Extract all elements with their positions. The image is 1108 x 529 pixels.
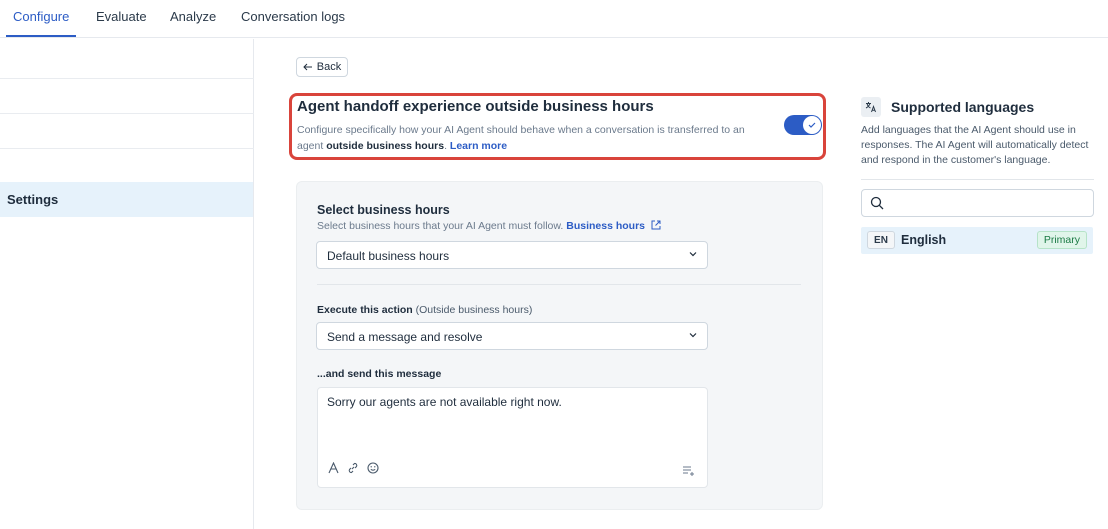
message-label: ...and send this message bbox=[317, 368, 442, 380]
arrow-left-icon bbox=[303, 63, 312, 71]
business-hours-value: Default business hours bbox=[327, 249, 450, 263]
back-button[interactable]: Back bbox=[296, 57, 348, 77]
sidebar-item-settings[interactable]: Settings bbox=[0, 182, 253, 217]
action-label-suffix: (Outside business hours) bbox=[415, 304, 533, 316]
primary-badge: Primary bbox=[1036, 231, 1087, 249]
top-nav: Configure Evaluate Analyze Conversation … bbox=[0, 0, 1108, 38]
business-hours-select[interactable]: Default business hours bbox=[316, 241, 708, 269]
chevron-down-icon bbox=[689, 252, 697, 257]
learn-more-link[interactable]: Learn more bbox=[450, 140, 507, 152]
language-code-badge: EN bbox=[867, 231, 895, 249]
back-label: Back bbox=[316, 61, 342, 73]
action-label: Execute this action (Outside business ho… bbox=[317, 304, 532, 316]
link-icon[interactable] bbox=[347, 462, 359, 474]
languages-description: Add languages that the AI Agent should u… bbox=[861, 124, 1089, 166]
language-search-input[interactable] bbox=[861, 189, 1094, 217]
page-description: Configure specifically how your AI Agent… bbox=[297, 122, 757, 154]
language-row[interactable]: EN English Primary bbox=[861, 227, 1093, 254]
business-hours-link[interactable]: Business hours bbox=[566, 220, 645, 232]
business-hours-label: Select business hours bbox=[317, 203, 450, 217]
tab-analyze[interactable]: Analyze bbox=[170, 9, 216, 24]
tab-conversation-logs[interactable]: Conversation logs bbox=[241, 9, 345, 24]
sidebar-divider bbox=[0, 78, 254, 79]
check-icon bbox=[808, 122, 816, 128]
sidebar: Settings bbox=[0, 39, 254, 529]
handoff-toggle[interactable] bbox=[784, 115, 822, 135]
chevron-down-icon bbox=[689, 333, 697, 338]
text-format-icon[interactable] bbox=[328, 462, 339, 474]
sidebar-divider bbox=[0, 148, 254, 149]
active-tab-indicator bbox=[6, 35, 76, 37]
description-emphasis: outside business hours bbox=[326, 140, 445, 152]
tab-evaluate[interactable]: Evaluate bbox=[96, 9, 147, 24]
sidebar-divider bbox=[0, 113, 254, 114]
action-select[interactable]: Send a message and resolve bbox=[316, 322, 708, 350]
action-value: Send a message and resolve bbox=[327, 330, 483, 344]
section-divider bbox=[317, 284, 801, 285]
emoji-icon[interactable] bbox=[367, 462, 379, 474]
languages-title: Supported languages bbox=[891, 99, 1035, 115]
tab-configure[interactable]: Configure bbox=[13, 9, 69, 24]
language-name: English bbox=[901, 233, 947, 247]
external-link-icon[interactable] bbox=[651, 220, 661, 230]
languages-divider bbox=[861, 179, 1094, 180]
translate-icon bbox=[861, 97, 881, 117]
insert-placeholder-icon[interactable] bbox=[682, 465, 696, 477]
action-label-text: Execute this action bbox=[317, 304, 413, 316]
business-hours-hint: Select business hours that your AI Agent… bbox=[317, 220, 564, 232]
business-hours-sublabel: Select business hours that your AI Agent… bbox=[317, 220, 661, 232]
toggle-knob bbox=[803, 116, 821, 134]
message-text[interactable]: Sorry our agents are not available right… bbox=[327, 395, 562, 409]
search-icon bbox=[870, 196, 884, 210]
page-title: Agent handoff experience outside busines… bbox=[297, 98, 654, 115]
